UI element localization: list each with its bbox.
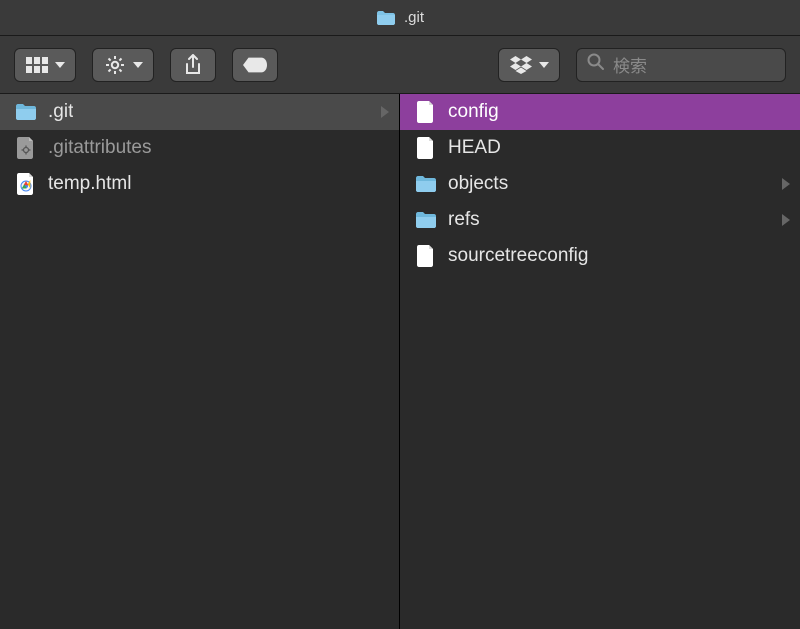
view-mode-button[interactable] [14, 48, 76, 82]
share-button[interactable] [170, 48, 216, 82]
dropbox-icon [509, 53, 533, 77]
item-label: temp.html [48, 173, 131, 195]
toolbar: 検索 [0, 36, 800, 94]
item-label: HEAD [448, 137, 501, 159]
list-item[interactable]: HEAD [400, 130, 800, 166]
search-field[interactable]: 検索 [576, 48, 786, 82]
share-icon [181, 53, 205, 77]
list-item[interactable]: .gitattributes [0, 130, 399, 166]
item-label: .gitattributes [48, 137, 152, 159]
item-label: config [448, 101, 499, 123]
window-title: .git [404, 9, 424, 26]
window-titlebar: .git [0, 0, 800, 36]
folder-icon [414, 208, 438, 232]
list-item[interactable]: .git [0, 94, 399, 130]
gear-icon [103, 53, 127, 77]
list-item[interactable]: sourcetreeconfig [400, 238, 800, 274]
gear-doc-icon [14, 136, 38, 160]
folder-icon [414, 172, 438, 196]
list-item[interactable]: objects [400, 166, 800, 202]
chevron-right-icon [782, 178, 790, 190]
item-label: sourcetreeconfig [448, 245, 588, 267]
item-label: refs [448, 209, 480, 231]
list-item[interactable]: temp.html [0, 166, 399, 202]
column-right: config HEAD objects refs [400, 94, 800, 629]
dropbox-button[interactable] [498, 48, 560, 82]
html-doc-icon [14, 172, 38, 196]
column-left: .git .gitattributes temp.html [0, 94, 400, 629]
list-item[interactable]: config [400, 94, 800, 130]
chevron-down-icon [539, 62, 549, 68]
tag-icon [243, 53, 267, 77]
list-item[interactable]: refs [400, 202, 800, 238]
chevron-right-icon [381, 106, 389, 118]
search-icon [587, 53, 605, 76]
file-icon [414, 244, 438, 268]
item-label: objects [448, 173, 508, 195]
tags-button[interactable] [232, 48, 278, 82]
item-label: .git [48, 101, 73, 123]
action-menu-button[interactable] [92, 48, 154, 82]
folder-icon [376, 10, 396, 26]
chevron-down-icon [55, 62, 65, 68]
folder-icon [14, 100, 38, 124]
chevron-down-icon [133, 62, 143, 68]
column-view: .git .gitattributes temp.html config [0, 94, 800, 629]
file-icon [414, 136, 438, 160]
search-placeholder: 検索 [613, 52, 647, 77]
grid-icon [25, 53, 49, 77]
chevron-right-icon [782, 214, 790, 226]
file-icon [414, 100, 438, 124]
